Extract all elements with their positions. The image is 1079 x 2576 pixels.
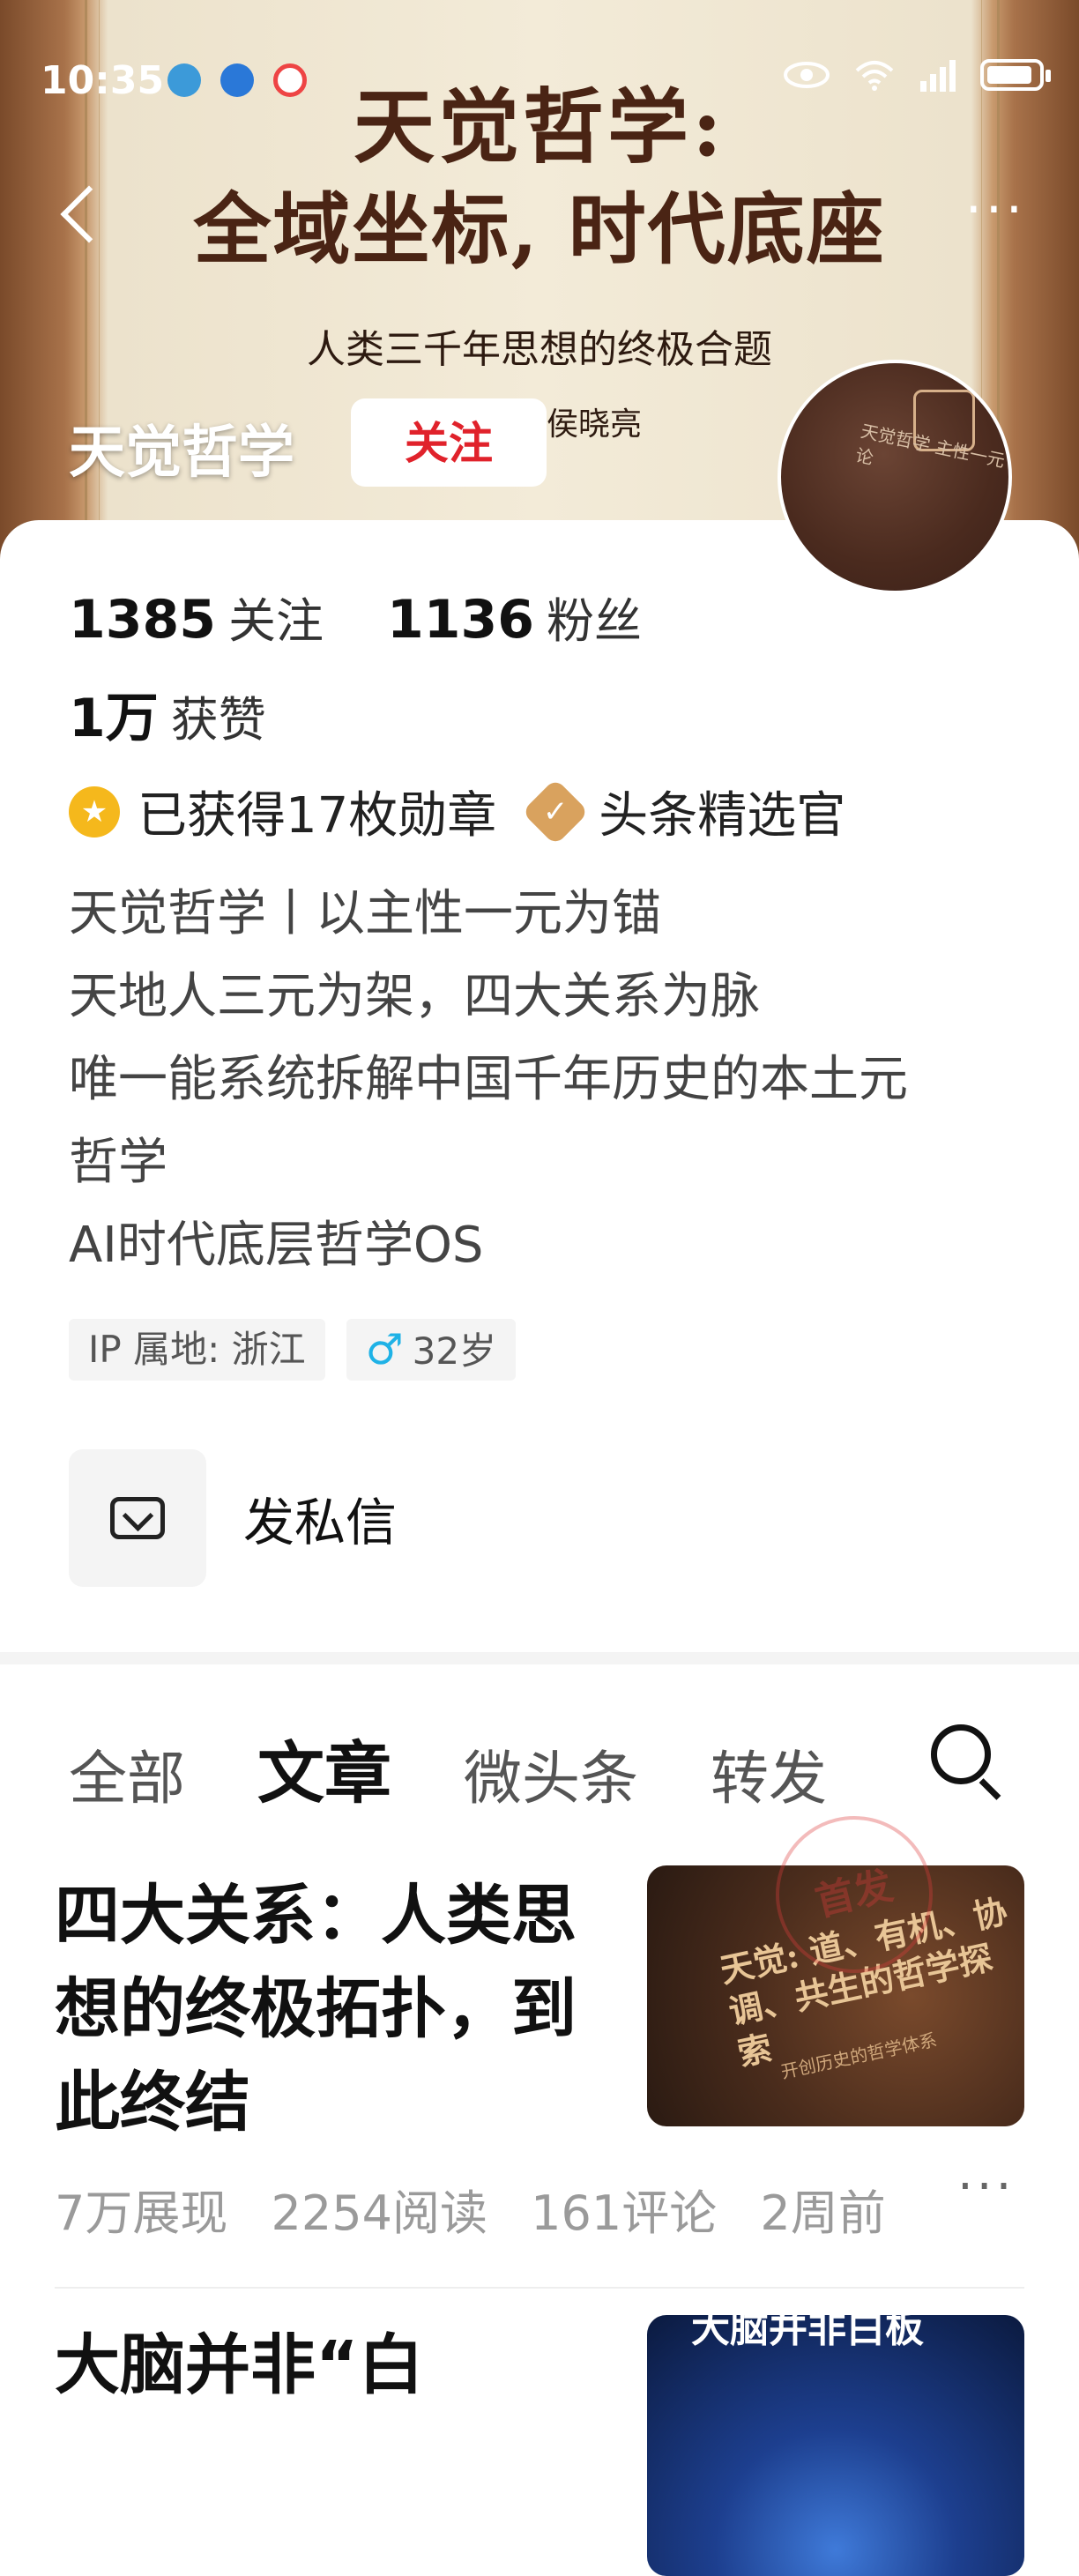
male-gender-icon: ♂ [365,1325,404,1374]
tab-all[interactable]: 全部 [69,1731,185,1816]
article-separator [55,2287,1024,2289]
article-title: 大脑并非“白 [55,2327,424,2403]
follow-button[interactable]: 关注 [351,398,547,487]
send-message-label: 发私信 [243,1493,398,1552]
signal-icon [920,60,956,92]
eye-icon [784,62,830,88]
cover-title-line2: 全域坐标, 时代底座 [193,183,886,275]
profile-bio: 天觉哲学丨以主性一元为锚 天地人三元为架，四大关系为脉 唯一能系统拆解中国千年历… [69,873,1003,1287]
article-reads: 2254阅读 [271,2185,487,2241]
article-title: 四大关系：人类思想的终极拓扑，到此终结 [55,1878,577,2140]
tab-micro-posts[interactable]: 微头条 [464,1731,638,1816]
status-bar: 10:35 [0,0,1079,162]
more-options-icon[interactable]: ··· [965,183,1026,236]
following-count: 1385 [69,589,216,651]
bio-line: 唯一能系统拆解中国千年历史的本土元 [69,1051,908,1108]
weibo-app-icon [273,63,307,97]
likes-stat: 1万 获赞 [69,675,266,752]
status-time: 10:35 [41,58,165,103]
bio-line: 天觉哲学丨以主性一元为锚 [69,885,661,942]
article-time: 2周前 [760,2185,886,2241]
browser-app-icon [220,63,254,97]
bio-line: 天地人三元为架，四大关系为脉 [69,968,760,1025]
profile-card: 1385 关注 1136 粉丝 1万 获赞 ★ 已获得17枚勋章 ✓ 头条精选官 天觉… [0,520,1079,1657]
likes-label: 获赞 [170,692,266,748]
medal-icon: ★ [69,785,120,838]
battery-icon [980,59,1051,91]
likes-count: 1万 [69,688,159,749]
ip-location-tag: IP 属地: 浙江 [69,1319,325,1381]
message-icon-box [69,1449,206,1587]
wifi-icon [855,61,894,91]
badges-row[interactable]: ★ 已获得17枚勋章 ✓ 头条精选官 [69,776,845,847]
article-impressions: 7万展现 [55,2185,228,2241]
profile-tags: IP 属地: 浙江 ♂ 32岁 [69,1319,517,1381]
tab-articles[interactable]: 文章 [257,1719,391,1816]
thumbnail-text: 大脑并非白板 [691,2315,924,2351]
fans-label: 粉丝 [547,593,642,649]
bio-line: 哲学 [69,1134,167,1191]
fans-stat[interactable]: 1136 粉丝 [387,582,642,651]
medals-text: 已获得17枚勋章 [138,787,497,845]
content-tabs: 全部 文章 微头条 转发 [69,1719,899,1816]
cover-author: 侯晓亮 [547,406,643,443]
bio-line: AI时代底层哲学OS [69,1217,484,1274]
fans-count: 1136 [387,589,534,651]
envelope-icon [110,1497,165,1539]
article-comments: 161评论 [531,2185,718,2241]
tab-reposts[interactable]: 转发 [711,1731,827,1816]
section-divider [0,1652,1079,1664]
following-stat[interactable]: 1385 关注 [69,582,324,651]
age-tag: ♂ 32岁 [346,1319,517,1381]
article-thumbnail: 大脑并非白板 [647,2315,1024,2576]
search-icon[interactable] [931,1724,991,1784]
selector-title: 头条精选官 [599,787,846,845]
profile-stats: 1385 关注 1136 粉丝 [69,582,642,651]
profile-name: 天觉哲学 [69,421,294,486]
article-more-icon[interactable]: ··· [957,2158,1015,2215]
send-message-button[interactable]: 发私信 [69,1449,397,1587]
article-meta: 7万展现 2254阅读 161评论 2周前 [55,2174,914,2244]
globe-app-icon [167,63,201,97]
status-right-icons [783,58,1051,92]
following-label: 关注 [228,593,324,649]
age-text: 32岁 [412,1329,497,1373]
avatar[interactable]: 天觉哲学 主性一元论 [778,360,1012,594]
verified-check-icon: ✓ [522,778,590,845]
